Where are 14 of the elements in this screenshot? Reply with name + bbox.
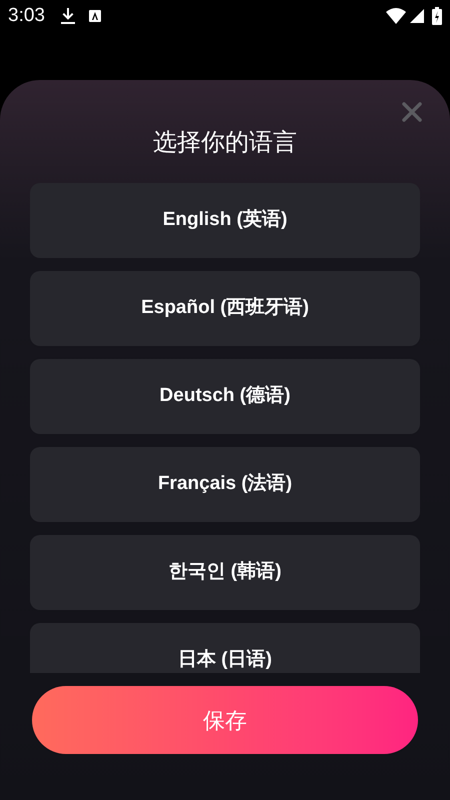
- language-option[interactable]: Français (法语): [30, 447, 420, 522]
- language-option[interactable]: Deutsch (德语): [30, 359, 420, 434]
- language-option[interactable]: English (英语): [30, 183, 420, 258]
- language-option[interactable]: Español (西班牙语): [30, 271, 420, 346]
- language-option[interactable]: 한국인 (韩语): [30, 535, 420, 610]
- close-icon[interactable]: [402, 102, 422, 122]
- dialog-title: 选择你的语言: [152, 128, 298, 158]
- download-icon: [60, 8, 75, 24]
- language-option[interactable]: 日本 (日语): [30, 623, 420, 673]
- wifi-icon: [386, 8, 406, 24]
- status-time: 3:03: [8, 4, 45, 28]
- signal-icon: [410, 9, 424, 23]
- app-notification-icon: [88, 10, 101, 22]
- battery-icon: [432, 7, 442, 25]
